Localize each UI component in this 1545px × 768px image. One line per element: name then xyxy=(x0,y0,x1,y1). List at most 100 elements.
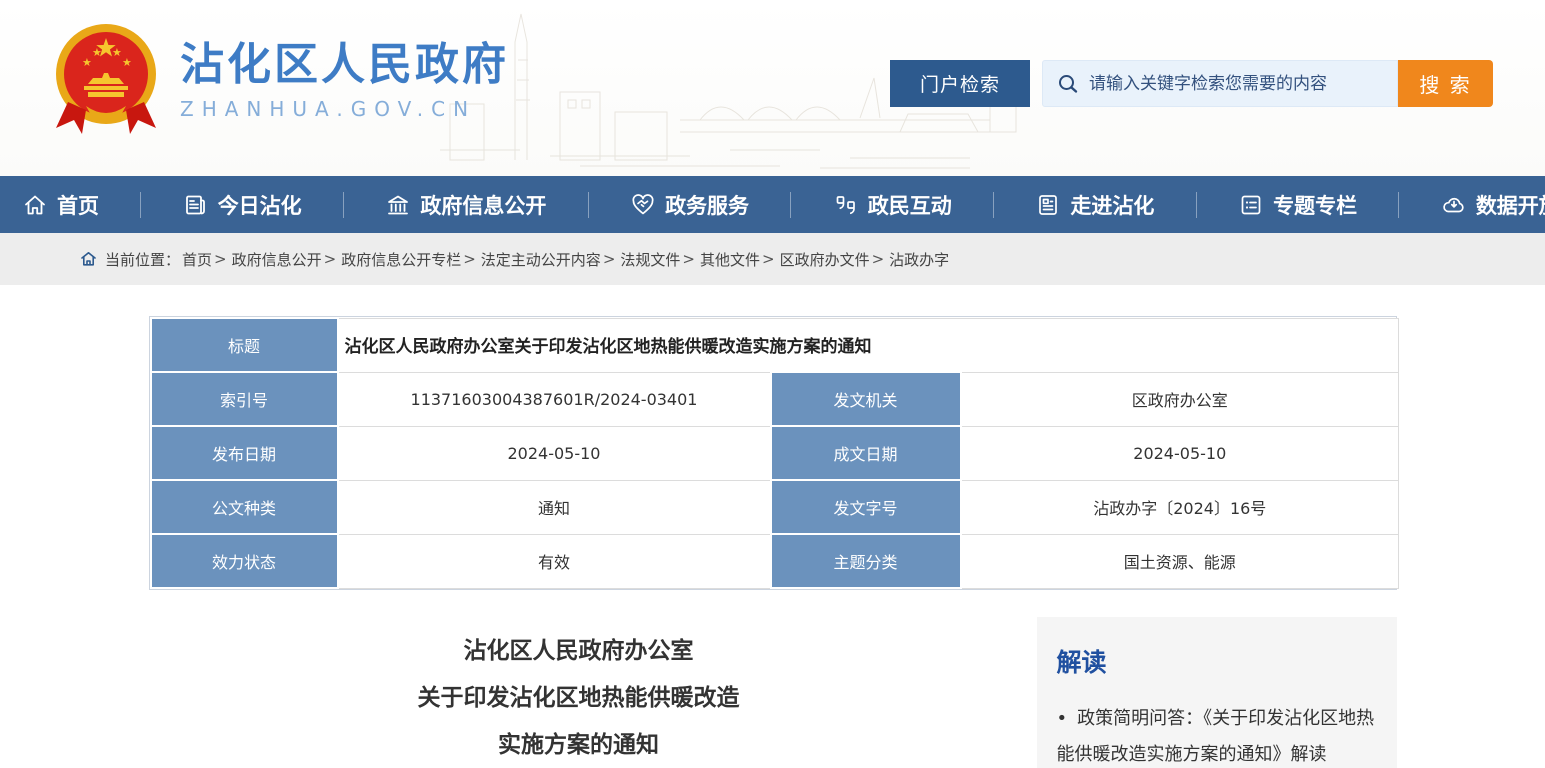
nav-item-about[interactable]: 走进沾化 xyxy=(1035,190,1154,220)
breadcrumb-item-office-docs[interactable]: 区政府办文件 xyxy=(780,249,870,270)
breadcrumb-separator: > xyxy=(682,250,695,268)
breadcrumb: 当前位置： 首页> 政府信息公开> 政府信息公开专栏> 法定主动公开内容> 法规… xyxy=(0,233,1545,285)
table-row: 索引号 11371603004387601R/2024-03401 发文机关 区… xyxy=(151,372,1399,426)
index-number-value: 11371603004387601R/2024-03401 xyxy=(338,372,771,426)
interpretation-link-text: 政策简明问答：《关于印发沾化区地热能供暖改造实施方案的通知》解读 xyxy=(1057,708,1375,765)
nav-label: 数据开放 xyxy=(1476,190,1545,220)
nav-separator xyxy=(1196,192,1197,218)
breadcrumb-separator: > xyxy=(324,250,337,268)
search-group: 门户检索 搜 索 xyxy=(890,60,1493,107)
table-row: 效力状态 有效 主题分类 国土资源、能源 xyxy=(151,534,1399,588)
site-title-block: 沾化区人民政府 ZHANHUA.GOV.CN xyxy=(180,39,509,121)
table-row: 发布日期 2024-05-10 成文日期 2024-05-10 xyxy=(151,426,1399,480)
table-row-title: 标题 沾化区人民政府办公室关于印发沾化区地热能供暖改造实施方案的通知 xyxy=(151,318,1399,372)
search-button[interactable]: 搜 索 xyxy=(1398,60,1493,107)
doc-type-label: 公文种类 xyxy=(151,480,338,534)
interpretation-link[interactable]: •政策简明问答：《关于印发沾化区地热能供暖改造实施方案的通知》解读 xyxy=(1057,701,1377,768)
breadcrumb-item-gov-info-column[interactable]: 政府信息公开专栏 xyxy=(341,249,461,270)
doc-number-value: 沾政办字〔2024〕16号 xyxy=(961,480,1399,534)
topic-category-value: 国土资源、能源 xyxy=(961,534,1399,588)
index-number-label: 索引号 xyxy=(151,372,338,426)
nav-separator xyxy=(140,192,141,218)
publish-date-label: 发布日期 xyxy=(151,426,338,480)
breadcrumb-separator: > xyxy=(214,250,227,268)
search-box xyxy=(1042,60,1398,107)
main-content: 标题 沾化区人民政府办公室关于印发沾化区地热能供暖改造实施方案的通知 索引号 1… xyxy=(149,316,1397,768)
publish-date-value: 2024-05-10 xyxy=(338,426,771,480)
written-date-value: 2024-05-10 xyxy=(961,426,1399,480)
article-title-line3: 实施方案的通知 xyxy=(149,722,1009,768)
search-input[interactable] xyxy=(1089,74,1397,94)
breadcrumb-item-regulations[interactable]: 法规文件 xyxy=(620,249,680,270)
nav-separator xyxy=(1398,192,1399,218)
site-logo-link[interactable]: ★ ★ ★ ★ 沾化区人民政府 ZHANHUA.GOV.CN xyxy=(52,22,509,138)
topic-category-label: 主题分类 xyxy=(771,534,961,588)
nav-item-topics[interactable]: 专题专栏 xyxy=(1238,190,1357,220)
breadcrumb-separator: > xyxy=(762,250,775,268)
dialog-quotes-icon xyxy=(833,192,859,218)
doc-type-value: 通知 xyxy=(338,480,771,534)
handshake-heart-icon xyxy=(630,192,656,218)
breadcrumb-item-home[interactable]: 首页 xyxy=(182,249,212,270)
breadcrumb-item-other-docs[interactable]: 其他文件 xyxy=(700,249,760,270)
breadcrumb-item-statutory[interactable]: 法定主动公开内容 xyxy=(481,249,601,270)
nav-separator xyxy=(588,192,589,218)
nav-label: 政务服务 xyxy=(665,190,749,220)
nav-item-open-data[interactable]: 数据开放 xyxy=(1441,190,1545,220)
article-title: 沾化区人民政府办公室 关于印发沾化区地热能供暖改造 实施方案的通知 xyxy=(149,628,1009,768)
article-body: 沾化区人民政府办公室 关于印发沾化区地热能供暖改造 实施方案的通知 xyxy=(149,590,1009,768)
interpretation-heading: 解读 xyxy=(1057,643,1377,679)
portal-search-button[interactable]: 门户检索 xyxy=(890,60,1030,107)
document-meta-table: 标题 沾化区人民政府办公室关于印发沾化区地热能供暖改造实施方案的通知 索引号 1… xyxy=(149,316,1397,590)
site-header: ★ ★ ★ ★ 沾化区人民政府 ZHANHUA.GOV.CN 门户检索 搜 索 xyxy=(0,0,1545,176)
breadcrumb-separator: > xyxy=(463,250,476,268)
nav-item-interaction[interactable]: 政民互动 xyxy=(833,190,952,220)
nav-label: 专题专栏 xyxy=(1273,190,1357,220)
breadcrumb-separator: > xyxy=(872,250,885,268)
cloud-download-icon xyxy=(1441,192,1467,218)
nav-label: 走进沾化 xyxy=(1070,190,1154,220)
breadcrumb-prefix: 当前位置： xyxy=(105,249,180,270)
nav-separator xyxy=(343,192,344,218)
nav-label: 政民互动 xyxy=(868,190,952,220)
svg-text:★: ★ xyxy=(92,46,102,59)
validity-label: 效力状态 xyxy=(151,534,338,588)
nav-label: 政府信息公开 xyxy=(420,190,546,220)
document-icon xyxy=(1035,192,1061,218)
bank-icon xyxy=(385,192,411,218)
issuing-agency-value: 区政府办公室 xyxy=(961,372,1399,426)
svg-text:★: ★ xyxy=(82,56,92,69)
bullet-icon: • xyxy=(1057,708,1068,729)
site-domain: ZHANHUA.GOV.CN xyxy=(180,97,509,121)
nav-item-home[interactable]: 首页 xyxy=(22,190,99,220)
main-nav: 首页 今日沾化 政府信息公开 xyxy=(0,176,1545,233)
nav-separator xyxy=(790,192,791,218)
table-row: 公文种类 通知 发文字号 沾政办字〔2024〕16号 xyxy=(151,480,1399,534)
search-icon xyxy=(1057,73,1079,95)
list-icon xyxy=(1238,192,1264,218)
location-home-icon xyxy=(80,251,97,267)
breadcrumb-item-gov-info[interactable]: 政府信息公开 xyxy=(232,249,322,270)
nav-label: 首页 xyxy=(57,190,99,220)
title-label-cell: 标题 xyxy=(151,318,338,372)
site-name: 沾化区人民政府 xyxy=(180,39,509,91)
breadcrumb-item-current: 沾政办字 xyxy=(889,249,949,270)
nav-label: 今日沾化 xyxy=(218,190,302,220)
nav-item-today[interactable]: 今日沾化 xyxy=(183,190,302,220)
svg-text:★: ★ xyxy=(112,46,122,59)
interpretation-sidebar: 解读 •政策简明问答：《关于印发沾化区地热能供暖改造实施方案的通知》解读 xyxy=(1037,617,1397,768)
nav-item-gov-info[interactable]: 政府信息公开 xyxy=(385,190,546,220)
article-title-line2: 关于印发沾化区地热能供暖改造 xyxy=(149,675,1009,722)
issuing-agency-label: 发文机关 xyxy=(771,372,961,426)
nav-separator xyxy=(993,192,994,218)
news-icon xyxy=(183,192,209,218)
validity-value: 有效 xyxy=(338,534,771,588)
breadcrumb-separator: > xyxy=(603,250,616,268)
home-icon xyxy=(22,192,48,218)
title-value-cell: 沾化区人民政府办公室关于印发沾化区地热能供暖改造实施方案的通知 xyxy=(338,318,1399,372)
article-title-line1: 沾化区人民政府办公室 xyxy=(149,628,1009,675)
svg-text:★: ★ xyxy=(122,56,132,69)
nav-item-services[interactable]: 政务服务 xyxy=(630,190,749,220)
national-emblem-logo: ★ ★ ★ ★ xyxy=(52,22,160,138)
doc-number-label: 发文字号 xyxy=(771,480,961,534)
